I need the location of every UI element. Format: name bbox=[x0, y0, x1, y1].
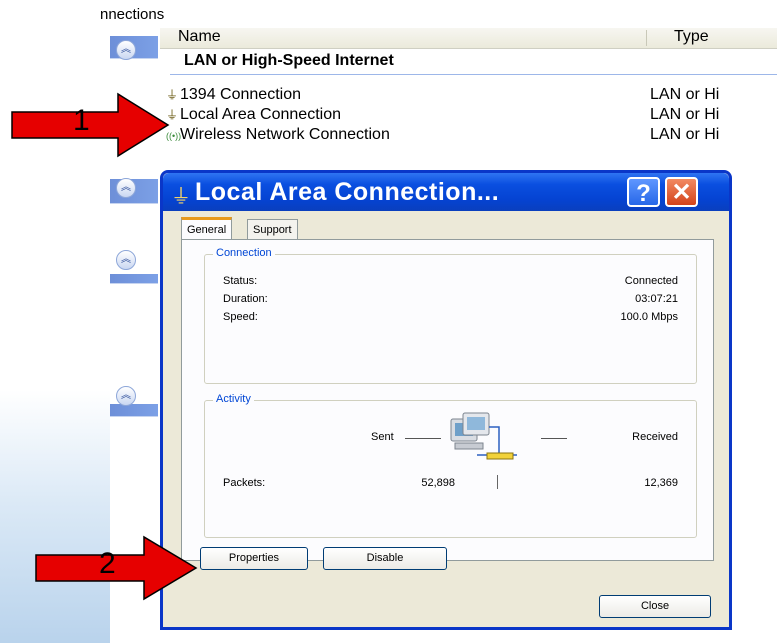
group-title: LAN or High-Speed Internet bbox=[184, 52, 394, 69]
speed-value: 100.0 Mbps bbox=[620, 311, 678, 323]
collapse-chevron-icon[interactable]: ︽ bbox=[116, 386, 136, 406]
activity-groupbox: Activity Sent Received Packets: 52,898 1… bbox=[204, 393, 697, 538]
packets-sent-value: 52,898 bbox=[421, 477, 455, 489]
tab-general[interactable]: General bbox=[181, 217, 233, 239]
packets-received-value: 12,369 bbox=[644, 477, 678, 489]
column-divider[interactable] bbox=[646, 30, 647, 46]
network-computers-icon bbox=[450, 412, 517, 460]
list-item-label: Local Area Connection bbox=[180, 106, 341, 123]
task-pane-section bbox=[110, 416, 158, 644]
slide-background bbox=[0, 390, 110, 643]
list-item-type: LAN or Hi bbox=[650, 86, 720, 103]
connection-groupbox: Connection Status: Connected Duration: 0… bbox=[204, 247, 697, 384]
packets-divider bbox=[497, 475, 498, 489]
list-item-1394-connection[interactable]: ⏚ 1394 Connection bbox=[166, 86, 301, 106]
received-line bbox=[541, 438, 567, 439]
packets-label: Packets: bbox=[223, 477, 266, 489]
close-button[interactable]: Close bbox=[599, 595, 711, 618]
received-label: Received bbox=[632, 431, 678, 443]
list-item-type: LAN or Hi bbox=[650, 106, 720, 123]
window-title: nnections bbox=[100, 6, 165, 23]
disable-button[interactable]: Disable bbox=[323, 547, 447, 570]
activity-legend: Activity bbox=[213, 393, 254, 405]
status-label: Status: bbox=[223, 275, 258, 287]
duration-label: Duration: bbox=[223, 293, 268, 305]
list-item-wireless-network-connection[interactable]: ((•))Wireless Network Connection bbox=[166, 126, 390, 146]
list-item-type: LAN or Hi bbox=[650, 126, 720, 143]
dialog-title: Local Area Connection... bbox=[195, 178, 500, 206]
help-button[interactable]: ? bbox=[627, 177, 660, 207]
task-pane-section bbox=[110, 283, 158, 404]
list-item-label: 1394 Connection bbox=[180, 86, 301, 103]
sent-label: Sent bbox=[371, 431, 394, 443]
tab-support[interactable]: Support bbox=[247, 219, 298, 239]
dialog-titlebar[interactable]: ⏚ Local Area Connection... ? ✕ bbox=[163, 173, 729, 211]
arrow-1-label: 1 bbox=[73, 104, 90, 137]
connection-legend: Connection bbox=[213, 247, 275, 259]
speed-label: Speed: bbox=[223, 311, 258, 323]
network-plug-icon: ⏚ bbox=[171, 186, 191, 208]
sent-line bbox=[405, 438, 441, 439]
arrow-2-label: 2 bbox=[99, 547, 116, 580]
properties-button[interactable]: Properties bbox=[200, 547, 308, 570]
general-tab-panel: Connection Status: Connected Duration: 0… bbox=[181, 239, 714, 561]
group-divider bbox=[170, 74, 777, 75]
column-header-type[interactable]: Type bbox=[674, 28, 709, 46]
column-header-row: Name Type bbox=[160, 28, 777, 49]
status-value: Connected bbox=[624, 275, 678, 287]
list-item-label: Wireless Network Connection bbox=[180, 126, 390, 143]
local-area-connection-status-dialog: ⏚ Local Area Connection... ? ✕ Support C… bbox=[160, 170, 732, 630]
column-header-name[interactable]: Name bbox=[178, 28, 221, 46]
collapse-chevron-icon[interactable]: ︽ bbox=[116, 250, 136, 270]
collapse-chevron-icon[interactable]: ︽ bbox=[116, 178, 136, 198]
close-window-button[interactable]: ✕ bbox=[665, 177, 698, 207]
duration-value: 03:07:21 bbox=[635, 293, 678, 305]
collapse-chevron-icon[interactable]: ︽ bbox=[116, 40, 136, 60]
list-item-local-area-connection[interactable]: ⏚ Local Area Connection bbox=[166, 106, 341, 126]
